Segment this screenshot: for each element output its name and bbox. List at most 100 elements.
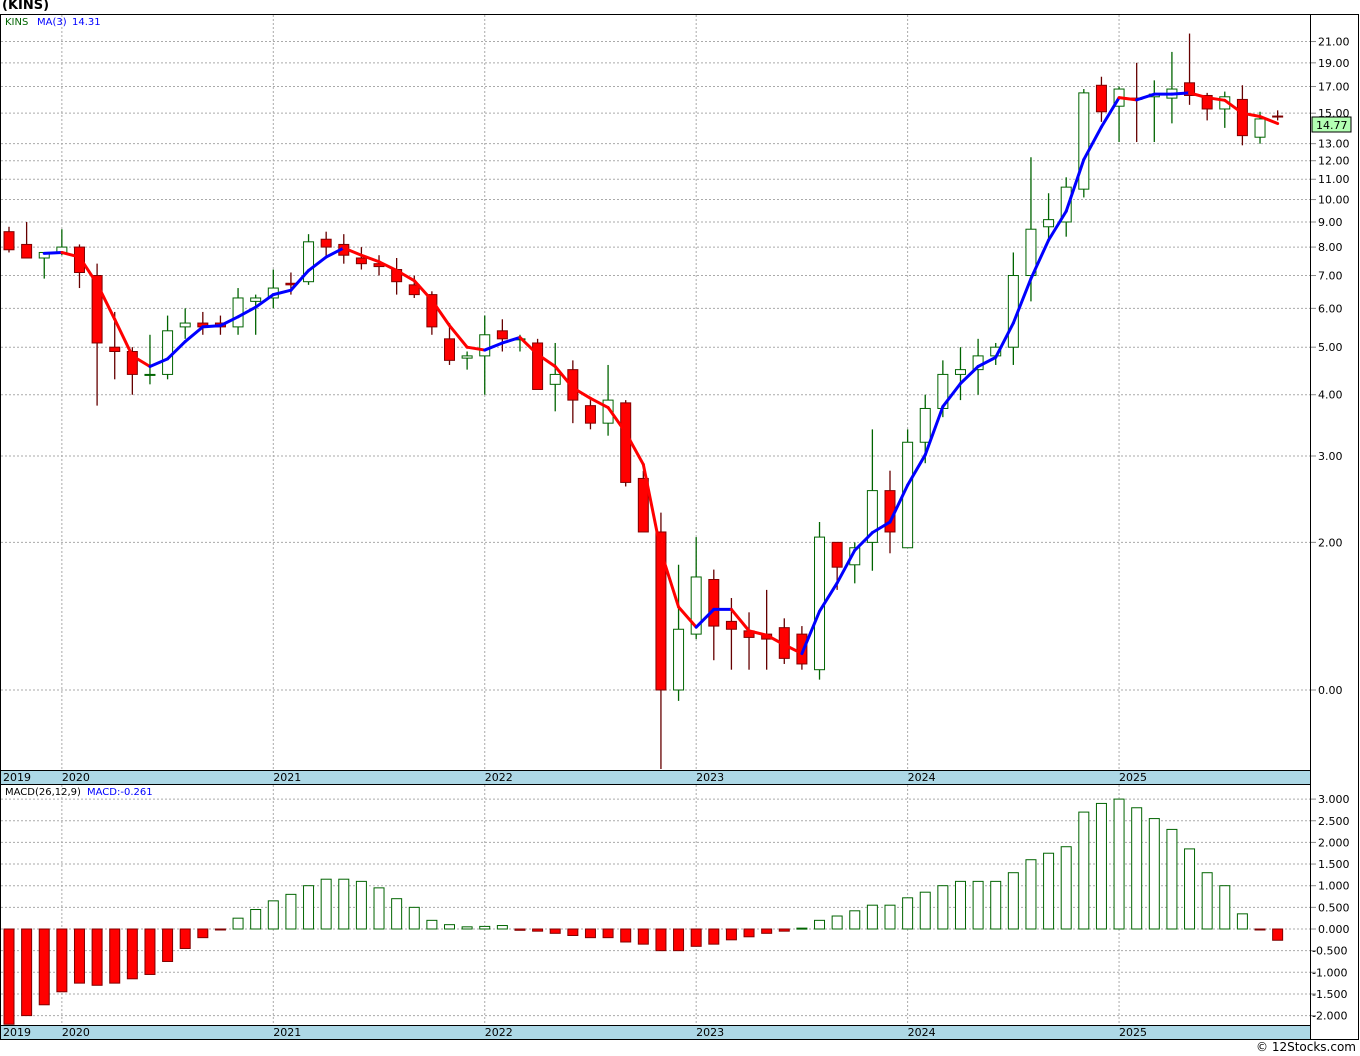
macd-bar-positive: [267, 900, 279, 930]
price-y-tick-label: 21.00: [1318, 36, 1350, 49]
macd-bar-positive: [902, 897, 914, 930]
macd-bar-positive: [373, 887, 385, 930]
macd-bar-positive: [1236, 913, 1248, 930]
candle-down: [620, 402, 632, 483]
macd-bar-negative: [1272, 928, 1284, 941]
macd-y-tick-label: -0.500: [1312, 945, 1347, 958]
macd-x-tick-label: 2021: [273, 1026, 301, 1039]
macd-y-tick-label: 1.000: [1318, 880, 1350, 893]
macd-bar-negative: [673, 928, 685, 952]
candle-down: [725, 620, 737, 630]
macd-y-tick-label: 3.000: [1318, 793, 1350, 806]
price-x-tick-label: 2023: [696, 771, 724, 784]
macd-bar-negative: [3, 928, 15, 1025]
macd-bar-positive: [937, 885, 949, 930]
price-y-tick-label: 9.00: [1318, 216, 1343, 229]
macd-bar-positive: [496, 925, 508, 930]
candle-down: [3, 231, 15, 251]
macd-bar-negative: [743, 928, 755, 938]
macd-bar-positive: [303, 885, 315, 930]
macd-bar-negative: [73, 928, 85, 984]
candle-down: [444, 338, 455, 361]
macd-bar-positive: [919, 891, 931, 930]
macd-bar-positive: [355, 880, 367, 930]
macd-bar-positive: [884, 904, 896, 930]
macd-bar-negative: [708, 928, 720, 945]
candle-up: [461, 355, 473, 359]
ma-segment: [201, 324, 222, 329]
candle-up: [250, 297, 262, 302]
macd-y-tick-label: -1.000: [1312, 966, 1347, 979]
price-x-tick-label: 2020: [62, 771, 90, 784]
candle-down: [831, 541, 843, 568]
macd-bar-negative: [162, 928, 174, 962]
macd-bar-positive: [1078, 811, 1090, 930]
candle-down: [109, 346, 121, 352]
chart-canvas: 2019 2019 2020 2020 2021 2021 2022 2022 2023 2023…: [0, 14, 1359, 1040]
macd-bar-positive: [796, 927, 808, 930]
macd-bar-positive: [232, 917, 244, 930]
macd-legend-value: MACD:-0.261: [87, 787, 153, 798]
candle-up: [232, 297, 244, 328]
price-y-tick-label: 6.00: [1318, 302, 1343, 315]
macd-bar-negative: [197, 928, 209, 939]
macd-x-tick-label: 2019: [3, 1026, 31, 1039]
macd-bars: [3, 798, 1284, 1025]
macd-x-tick-label: 2023: [696, 1026, 724, 1039]
candle-down: [584, 405, 596, 424]
macd-y-tick-label: -2.000: [1312, 1010, 1347, 1023]
macd-y-tick-label: 0.500: [1318, 901, 1350, 914]
candle-up: [673, 628, 685, 691]
price-y-tick-label: 3.00: [1318, 450, 1343, 463]
price-y-tick-label: 4.00: [1318, 389, 1343, 402]
ma-segment: [1170, 91, 1192, 96]
macd-bar-negative: [778, 928, 790, 932]
legend-ma-label: MA(3): [37, 17, 67, 28]
price-y-tick-label: 5.00: [1318, 341, 1343, 354]
price-x-tick-label: 2022: [485, 771, 513, 784]
macd-bar-negative: [602, 928, 614, 939]
price-y-tick-label: 2.00: [1318, 536, 1343, 549]
macd-bar-negative: [637, 928, 649, 945]
price-x-tick-label: 2025: [1119, 771, 1147, 784]
macd-bar-positive: [814, 919, 826, 930]
price-y-tick-label: 13.00: [1318, 138, 1350, 151]
price-y-tick-label: 10.00: [1318, 194, 1350, 207]
candle-down: [355, 257, 367, 265]
macd-bar-positive: [1148, 818, 1160, 930]
macd-bar-positive: [285, 893, 297, 930]
ma-segment: [183, 325, 205, 344]
macd-bar-positive: [338, 878, 350, 930]
macd-bar-positive: [1060, 846, 1072, 930]
stock-chart-page: (KINS) 2019 2019 2020 2020 2021 2021 2022 2022 2…: [0, 0, 1360, 1056]
macd-bar-positive: [1025, 859, 1037, 930]
macd-bar-negative: [179, 928, 191, 949]
macd-bar-positive: [1007, 872, 1019, 930]
macd-bar-positive: [831, 915, 843, 930]
macd-bar-positive: [320, 878, 332, 930]
macd-bar-negative: [549, 928, 561, 934]
macd-x-tick-label: 2025: [1119, 1026, 1147, 1039]
price-y-tick-label: 17.00: [1318, 81, 1350, 94]
macd-bar-negative: [109, 928, 121, 984]
macd-bar-positive: [1043, 852, 1055, 930]
macd-bar-positive: [1095, 802, 1107, 930]
macd-bar-positive: [426, 919, 438, 930]
candle-up: [1078, 92, 1090, 190]
macd-bar-negative: [91, 928, 103, 986]
macd-legend-label: MACD(26,12,9): [5, 787, 81, 798]
price-x-tick-label: 2019: [3, 771, 31, 784]
macd-date-axis: [0, 1025, 1311, 1040]
macd-bar-positive: [1184, 848, 1196, 930]
macd-bar-positive: [1201, 872, 1213, 930]
price-y-tick-label: 0.00: [1318, 684, 1343, 697]
candle-down: [320, 238, 332, 248]
macd-bar-positive: [990, 880, 1002, 930]
macd-bar-negative: [620, 928, 632, 943]
macd-bar-positive: [461, 926, 473, 930]
price-y-tick-label: 7.00: [1318, 270, 1343, 283]
candle-up: [179, 322, 191, 328]
macd-bar-negative: [144, 928, 156, 975]
macd-bar-positive: [1131, 807, 1143, 930]
macd-bar-positive: [1166, 828, 1178, 930]
